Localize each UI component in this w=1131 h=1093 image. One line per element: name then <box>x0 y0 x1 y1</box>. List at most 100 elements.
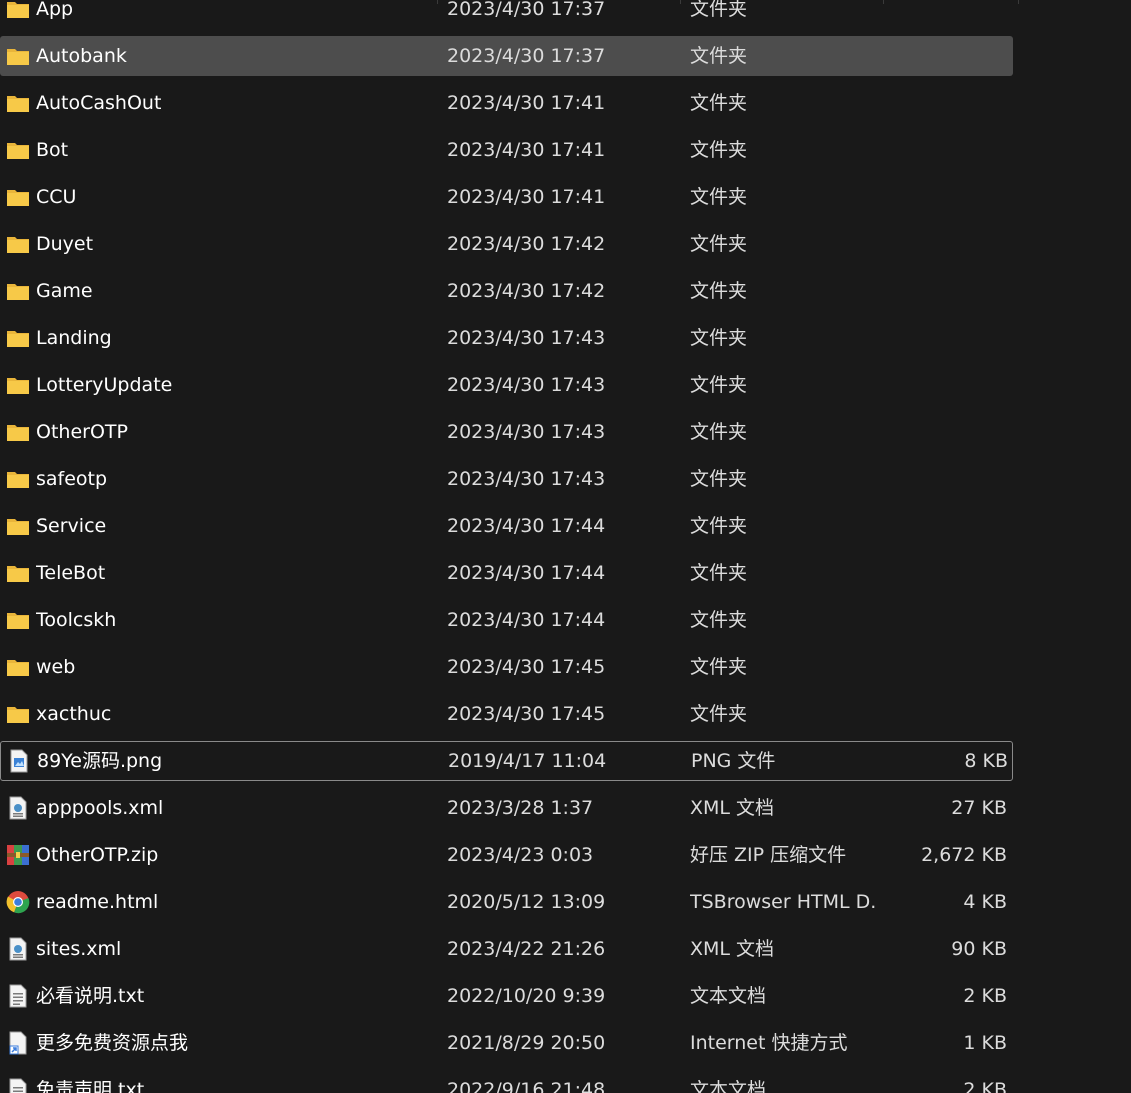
file-name: Bot <box>36 139 69 161</box>
file-type: 文件夹 <box>690 45 748 67</box>
file-size <box>885 694 1007 734</box>
file-size <box>885 177 1007 217</box>
folder-icon <box>6 36 30 76</box>
file-row[interactable]: CCU 2023/4/30 17:41 文件夹 <box>0 177 1013 217</box>
file-row[interactable]: App 2023/4/30 17:37 文件夹 <box>0 0 1013 29</box>
file-name: Duyet <box>36 233 94 255</box>
file-size <box>885 412 1007 452</box>
file-size <box>885 365 1007 405</box>
file-type: Internet 快捷方式 <box>690 1032 848 1054</box>
file-name: CCU <box>36 186 77 208</box>
file-type: 文件夹 <box>690 0 748 20</box>
folder-icon <box>6 177 30 217</box>
file-row[interactable]: 更多免费资源点我 2021/8/29 20:50 Internet 快捷方式 1 KB <box>0 1023 1013 1063</box>
file-row[interactable]: 89Ye源码.png 2019/4/17 11:04 PNG 文件 8 KB <box>0 741 1013 781</box>
file-type: XML 文档 <box>690 938 775 960</box>
file-name: Autobank <box>36 45 127 67</box>
file-size: 90 KB <box>951 938 1007 960</box>
file-row[interactable]: web 2023/4/30 17:45 文件夹 <box>0 647 1013 687</box>
file-name: Service <box>36 515 107 537</box>
internet-shortcut-icon <box>6 1023 30 1063</box>
folder-icon <box>6 83 30 123</box>
file-name: readme.html <box>36 891 159 913</box>
file-name: Landing <box>36 327 112 349</box>
folder-icon <box>6 271 30 311</box>
file-row[interactable]: sites.xml 2023/4/22 21:26 XML 文档 90 KB <box>0 929 1013 969</box>
file-name: apppools.xml <box>36 797 164 819</box>
file-name: TeleBot <box>36 562 106 584</box>
file-row[interactable]: Bot 2023/4/30 17:41 文件夹 <box>0 130 1013 170</box>
browser-html-icon <box>6 882 30 922</box>
folder-icon <box>6 0 30 29</box>
file-size: 4 KB <box>963 891 1007 913</box>
file-type: 文件夹 <box>690 186 748 208</box>
file-row[interactable]: 免责声明.txt 2022/9/16 21:48 文本文档 2 KB <box>0 1070 1013 1093</box>
file-name: AutoCashOut <box>36 92 162 114</box>
file-date-modified: 2021/8/29 20:50 <box>447 1032 606 1054</box>
file-row[interactable]: OtherOTP.zip 2023/4/23 0:03 好压 ZIP 压缩文件 2,6… <box>0 835 1013 875</box>
folder-icon <box>6 130 30 170</box>
file-date-modified: 2023/4/30 17:41 <box>447 92 606 114</box>
file-type: 文件夹 <box>690 327 748 349</box>
file-size <box>885 506 1007 546</box>
file-row[interactable]: Duyet 2023/4/30 17:42 文件夹 <box>0 224 1013 264</box>
file-row[interactable]: LotteryUpdate 2023/4/30 17:43 文件夹 <box>0 365 1013 405</box>
file-type: 文件夹 <box>690 280 748 302</box>
image-file-icon <box>7 741 31 781</box>
file-name: web <box>36 656 76 678</box>
folder-icon <box>6 365 30 405</box>
folder-icon <box>6 318 30 358</box>
file-date-modified: 2023/3/28 1:37 <box>447 797 594 819</box>
file-row[interactable]: TeleBot 2023/4/30 17:44 文件夹 <box>0 553 1013 593</box>
file-row[interactable]: Service 2023/4/30 17:44 文件夹 <box>0 506 1013 546</box>
file-name: 免责声明.txt <box>36 1079 145 1093</box>
file-row[interactable]: apppools.xml 2023/3/28 1:37 XML 文档 27 KB <box>0 788 1013 828</box>
file-date-modified: 2023/4/30 17:43 <box>447 468 606 490</box>
file-name: 更多免费资源点我 <box>36 1032 189 1054</box>
file-name: xacthuc <box>36 703 112 725</box>
file-name: OtherOTP.zip <box>36 844 159 866</box>
file-row[interactable]: safeotp 2023/4/30 17:43 文件夹 <box>0 459 1013 499</box>
file-date-modified: 2023/4/30 17:41 <box>447 186 606 208</box>
file-date-modified: 2023/4/30 17:45 <box>447 703 606 725</box>
file-type: 文件夹 <box>690 421 748 443</box>
text-file-icon <box>6 1070 30 1093</box>
folder-icon <box>6 647 30 687</box>
file-type: 文本文档 <box>690 1079 767 1093</box>
file-date-modified: 2023/4/30 17:43 <box>447 421 606 443</box>
file-size <box>885 36 1007 76</box>
file-size <box>885 553 1007 593</box>
file-date-modified: 2023/4/30 17:37 <box>447 45 606 67</box>
file-type: TSBrowser HTML D... <box>690 891 875 913</box>
file-row[interactable]: 必看说明.txt 2022/10/20 9:39 文本文档 2 KB <box>0 976 1013 1016</box>
xml-file-icon <box>6 788 30 828</box>
file-row[interactable]: AutoCashOut 2023/4/30 17:41 文件夹 <box>0 83 1013 123</box>
file-size <box>885 318 1007 358</box>
column-divider-size-end[interactable] <box>1018 0 1019 4</box>
file-row[interactable]: readme.html 2020/5/12 13:09 TSBrowser HTML… <box>0 882 1013 922</box>
file-date-modified: 2023/4/30 17:44 <box>447 609 606 631</box>
file-date-modified: 2023/4/30 17:44 <box>447 515 606 537</box>
file-date-modified: 2023/4/30 17:41 <box>447 139 606 161</box>
file-row[interactable]: Toolcskh 2023/4/30 17:44 文件夹 <box>0 600 1013 640</box>
file-row[interactable]: xacthuc 2023/4/30 17:45 文件夹 <box>0 694 1013 734</box>
file-row[interactable]: Landing 2023/4/30 17:43 文件夹 <box>0 318 1013 358</box>
file-name: OtherOTP <box>36 421 128 443</box>
file-date-modified: 2023/4/30 17:45 <box>447 656 606 678</box>
file-type: 文件夹 <box>690 515 748 537</box>
file-type: 文本文档 <box>690 985 767 1007</box>
file-row[interactable]: Autobank 2023/4/30 17:37 文件夹 <box>0 36 1013 76</box>
file-list: App 2023/4/30 17:37 文件夹 Autobank 2023/4/30 1… <box>0 0 1131 1093</box>
file-date-modified: 2023/4/30 17:37 <box>447 0 606 20</box>
file-date-modified: 2023/4/30 17:43 <box>447 374 606 396</box>
file-size <box>885 647 1007 687</box>
xml-file-icon <box>6 929 30 969</box>
file-size: 8 KB <box>964 750 1008 772</box>
file-row[interactable]: Game 2023/4/30 17:42 文件夹 <box>0 271 1013 311</box>
file-name: Game <box>36 280 93 302</box>
file-row[interactable]: OtherOTP 2023/4/30 17:43 文件夹 <box>0 412 1013 452</box>
folder-icon <box>6 506 30 546</box>
file-name: Toolcskh <box>36 609 117 631</box>
file-date-modified: 2022/10/20 9:39 <box>447 985 606 1007</box>
folder-icon <box>6 694 30 734</box>
